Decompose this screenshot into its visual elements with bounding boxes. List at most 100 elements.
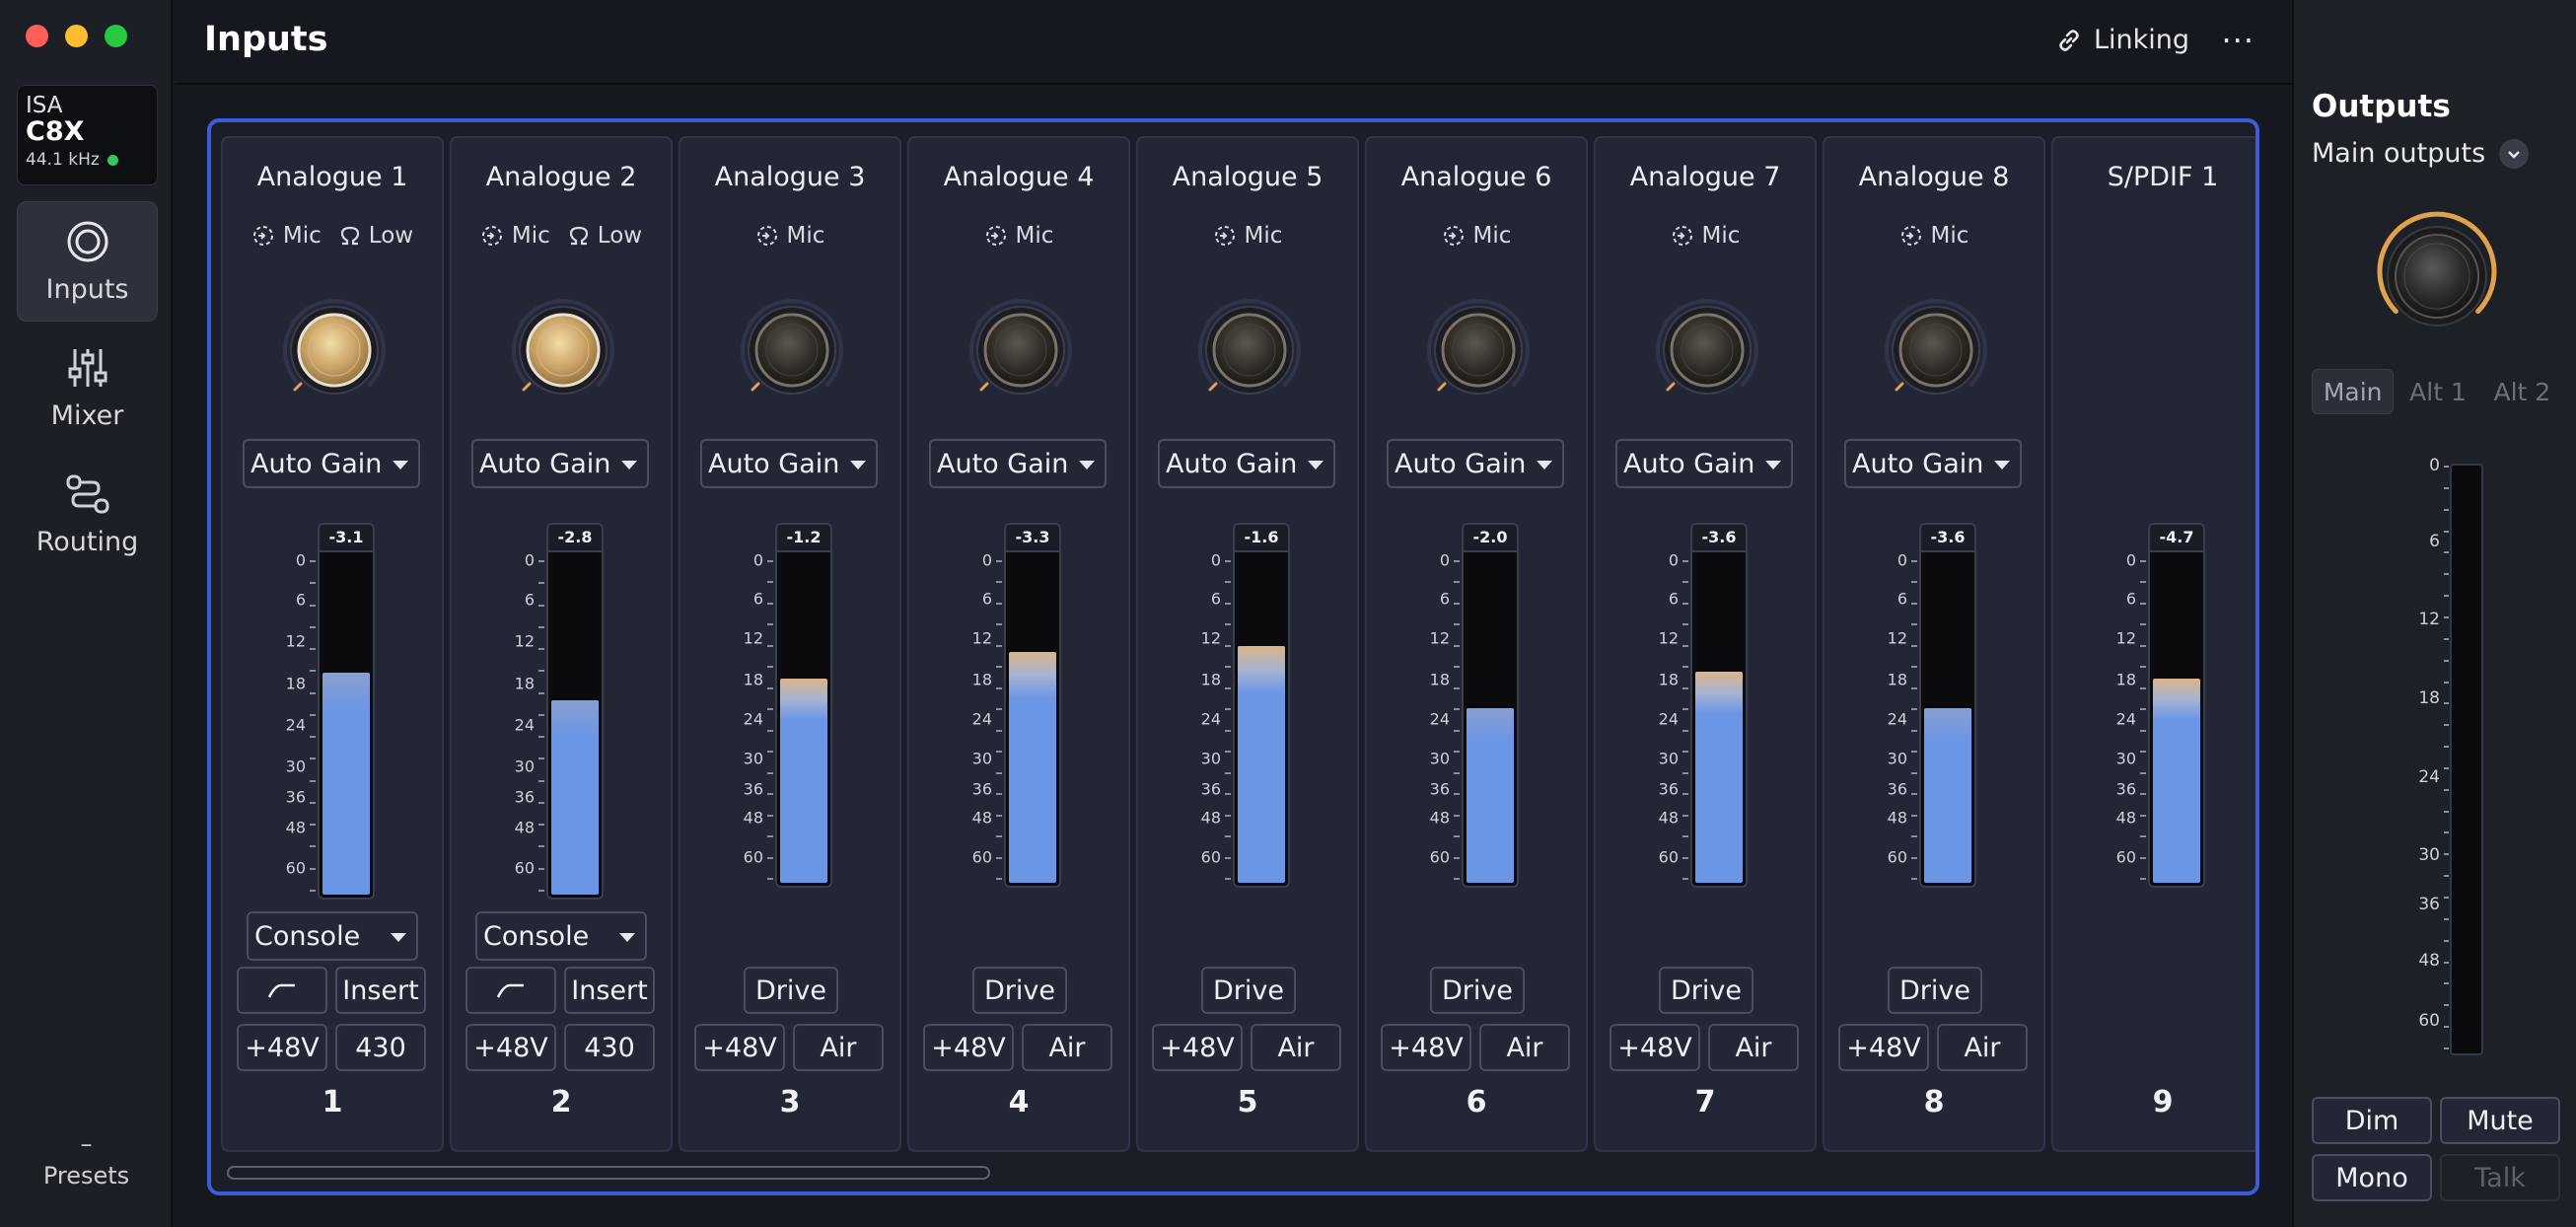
air-button[interactable]: Air	[1937, 1024, 2028, 1071]
phantom-power-button[interactable]: +48V	[237, 1024, 327, 1071]
gain-knob[interactable]	[957, 286, 1085, 414]
gain-mode-dropdown[interactable]: Auto Gain	[1615, 439, 1793, 488]
air-button[interactable]: Air	[793, 1024, 884, 1071]
air-button[interactable]: Air	[1022, 1024, 1112, 1071]
meter-scale-label: 6	[1896, 589, 1907, 609]
mic-select-button[interactable]: Mic	[984, 223, 1053, 249]
mode-dropdown[interactable]: Console	[475, 911, 647, 961]
gain-mode-dropdown[interactable]: Auto Gain	[1844, 439, 2022, 488]
mode-dropdown[interactable]: Console	[247, 911, 418, 961]
presets-button[interactable]: – Presets	[0, 1130, 173, 1190]
device-card[interactable]: ISA C8X 44.1 kHz	[17, 85, 158, 185]
meter-scale-label: 60	[1429, 847, 1450, 867]
gain-mode-dropdown[interactable]: Auto Gain	[1387, 439, 1564, 488]
meter-bar	[1004, 552, 1061, 888]
linking-button[interactable]: Linking	[2056, 25, 2189, 55]
minimize-window-button[interactable]	[65, 25, 88, 47]
mute-button[interactable]: Mute	[2440, 1097, 2560, 1144]
phantom-power-button[interactable]: +48V	[1838, 1024, 1929, 1071]
gain-knob[interactable]	[270, 286, 398, 414]
gain-knob[interactable]	[1414, 286, 1542, 414]
hpf-button[interactable]	[237, 967, 327, 1014]
gain-mode-dropdown[interactable]: Auto Gain	[243, 439, 420, 488]
nav-inputs[interactable]: Inputs	[17, 201, 158, 322]
output-selector[interactable]: Main outputs	[2312, 138, 2530, 169]
meter-scale-label: 36	[1429, 779, 1450, 799]
meter-tick	[310, 736, 316, 739]
talk-button[interactable]: Talk	[2440, 1154, 2560, 1201]
meter-scale-label: 48	[285, 818, 306, 837]
presets-handle-icon: –	[80, 1130, 93, 1158]
channel-options: Mic	[909, 223, 1128, 249]
output-scale-label: 6	[2429, 531, 2440, 551]
gain-mode-dropdown[interactable]: Auto Gain	[929, 439, 1107, 488]
impedance-430-button[interactable]: 430	[335, 1024, 426, 1071]
meter-bar	[1690, 552, 1748, 888]
gain-mode-dropdown[interactable]: Auto Gain	[700, 439, 878, 488]
air-button[interactable]: Air	[1251, 1024, 1341, 1071]
nav-mixer[interactable]: Mixer	[17, 327, 158, 448]
tab-alt-2[interactable]: Alt 2	[2482, 369, 2562, 414]
output-selector-label: Main outputs	[2312, 138, 2486, 169]
meter-bar	[1233, 552, 1290, 888]
gain-knob[interactable]	[1185, 286, 1314, 414]
meter-scale-label: 60	[1658, 847, 1679, 867]
insert-button[interactable]: Insert	[335, 967, 426, 1014]
channel-number: 3	[779, 1085, 801, 1119]
phantom-power-button[interactable]: +48V	[694, 1024, 785, 1071]
impedance-button[interactable]: Low	[568, 223, 642, 249]
drive-button[interactable]: Drive	[1430, 967, 1525, 1014]
horizontal-scrollbar[interactable]	[227, 1166, 990, 1180]
meter-tick	[1454, 856, 1460, 859]
tab-alt-1[interactable]: Alt 1	[2397, 369, 2477, 414]
meter-tick	[1682, 814, 1688, 817]
phantom-power-button[interactable]: +48V	[1610, 1024, 1700, 1071]
drive-button[interactable]: Drive	[1659, 967, 1753, 1014]
phantom-power-button[interactable]: +48V	[1152, 1024, 1243, 1071]
air-button[interactable]: Air	[1479, 1024, 1570, 1071]
channel-strip: Analogue 2 Mic Low Auto Gain -2.8 0 6 12 18 24 30 3…	[450, 136, 673, 1152]
drive-button[interactable]: Drive	[1888, 967, 1982, 1014]
gain-mode-dropdown[interactable]: Auto Gain	[1158, 439, 1335, 488]
mic-select-button[interactable]: Mic	[251, 223, 322, 249]
mic-input-icon	[756, 226, 777, 246]
mic-select-button[interactable]: Mic	[1671, 223, 1740, 249]
mic-select-button[interactable]: Mic	[755, 223, 824, 249]
gain-mode-dropdown[interactable]: Auto Gain	[471, 439, 649, 488]
meter-tick	[1225, 708, 1231, 711]
impedance-button[interactable]: Low	[339, 223, 413, 249]
drive-button[interactable]: Drive	[972, 967, 1067, 1014]
meter-tick	[2140, 686, 2146, 689]
mic-select-button[interactable]: Mic	[1442, 223, 1511, 249]
insert-button[interactable]: Insert	[564, 967, 655, 1014]
dim-button[interactable]: Dim	[2312, 1097, 2432, 1144]
gain-knob[interactable]	[1643, 286, 1771, 414]
drive-button[interactable]: Drive	[744, 967, 838, 1014]
hpf-button[interactable]	[465, 967, 556, 1014]
meter-tick	[767, 751, 773, 754]
impedance-430-button[interactable]: 430	[564, 1024, 655, 1071]
meter-tick	[767, 602, 773, 605]
phantom-power-button[interactable]: +48V	[923, 1024, 1014, 1071]
gain-knob[interactable]	[1872, 286, 2000, 414]
meter-fill	[2153, 679, 2200, 883]
meter-tick	[310, 648, 316, 651]
close-window-button[interactable]	[26, 25, 48, 47]
more-options-button[interactable]: ···	[2221, 22, 2254, 59]
gain-knob[interactable]	[728, 286, 856, 414]
output-scale-tick	[2444, 831, 2449, 834]
maximize-window-button[interactable]	[105, 25, 127, 47]
drive-button[interactable]: Drive	[1201, 967, 1296, 1014]
mic-select-button[interactable]: Mic	[1213, 223, 1282, 249]
mic-select-button[interactable]: Mic	[1899, 223, 1968, 249]
mono-button[interactable]: Mono	[2312, 1154, 2432, 1201]
gain-knob[interactable]	[499, 286, 627, 414]
phantom-power-button[interactable]: +48V	[465, 1024, 556, 1071]
output-volume-knob[interactable]	[2363, 202, 2511, 350]
air-button[interactable]: Air	[1708, 1024, 1799, 1071]
output-scale-label: 0	[2429, 456, 2440, 475]
nav-routing[interactable]: Routing	[17, 454, 158, 574]
mic-select-button[interactable]: Mic	[480, 223, 550, 249]
phantom-power-button[interactable]: +48V	[1381, 1024, 1471, 1071]
tab-main[interactable]: Main	[2312, 369, 2395, 414]
